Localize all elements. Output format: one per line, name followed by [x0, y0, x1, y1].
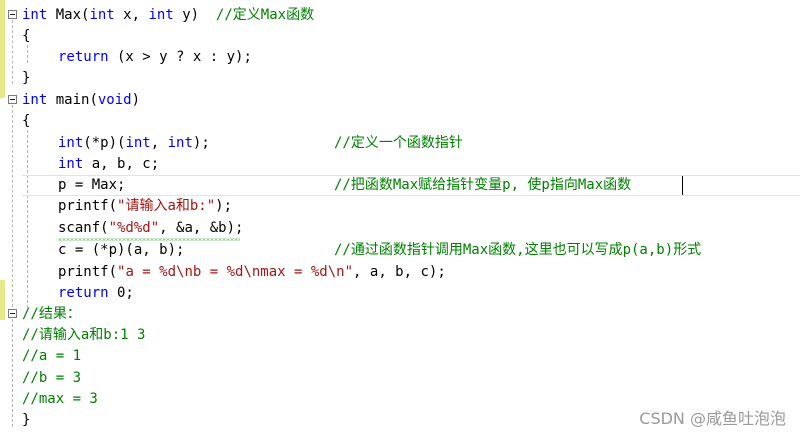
- code-line: int(*p)(int, int);: [58, 135, 210, 151]
- code-comment: //请输入a和b:1 3: [22, 327, 146, 343]
- change-bar: [0, 0, 5, 98]
- fold-collapse-icon[interactable]: [8, 95, 17, 104]
- code-line: scanf("%d%d", &a, &b);: [58, 220, 244, 236]
- code-line: printf("a = %d\nb = %d\nmax = %d\n", a, …: [58, 264, 446, 280]
- fold-guide: [12, 20, 13, 84]
- fold-collapse-icon[interactable]: [8, 309, 17, 318]
- code-line: return (x > y ? x : y);: [58, 49, 252, 65]
- code-line: int Max(int x, int y) //定义Max函数: [22, 7, 315, 23]
- fold-collapse-icon[interactable]: [8, 10, 17, 19]
- watermark: CSDN @咸鱼吐泡泡: [639, 409, 786, 428]
- fold-guide: [12, 105, 13, 307]
- code-comment: //结果：: [22, 306, 81, 322]
- text-caret: [682, 176, 683, 195]
- code-line: {: [22, 113, 31, 129]
- code-line: return 0;: [58, 285, 134, 301]
- code-line: printf("请输入a和b:");: [58, 198, 233, 214]
- code-comment: //定义一个函数指针: [334, 135, 463, 151]
- code-line: }: [22, 412, 31, 428]
- fold-guide: [12, 319, 13, 427]
- code-line: int main(void): [22, 92, 141, 108]
- code-comment: //a = 1: [22, 348, 82, 364]
- change-bar: [0, 280, 5, 320]
- code-comment: //把函数Max赋给指针变量p, 使p指向Max函数: [334, 177, 632, 193]
- code-line: }: [22, 70, 31, 86]
- code-line: int a, b, c;: [58, 156, 160, 172]
- code-editor[interactable]: int Max(int x, int y) //定义Max函数 { return…: [0, 0, 800, 437]
- code-comment: //通过函数指针调用Max函数,这里也可以写成p(a,b)形式: [334, 242, 702, 258]
- code-line: p = Max;: [58, 177, 126, 193]
- code-line: {: [22, 28, 31, 44]
- code-line: c = (*p)(a, b);: [58, 242, 185, 258]
- code-comment: //b = 3: [22, 370, 82, 386]
- code-comment: //max = 3: [22, 391, 98, 407]
